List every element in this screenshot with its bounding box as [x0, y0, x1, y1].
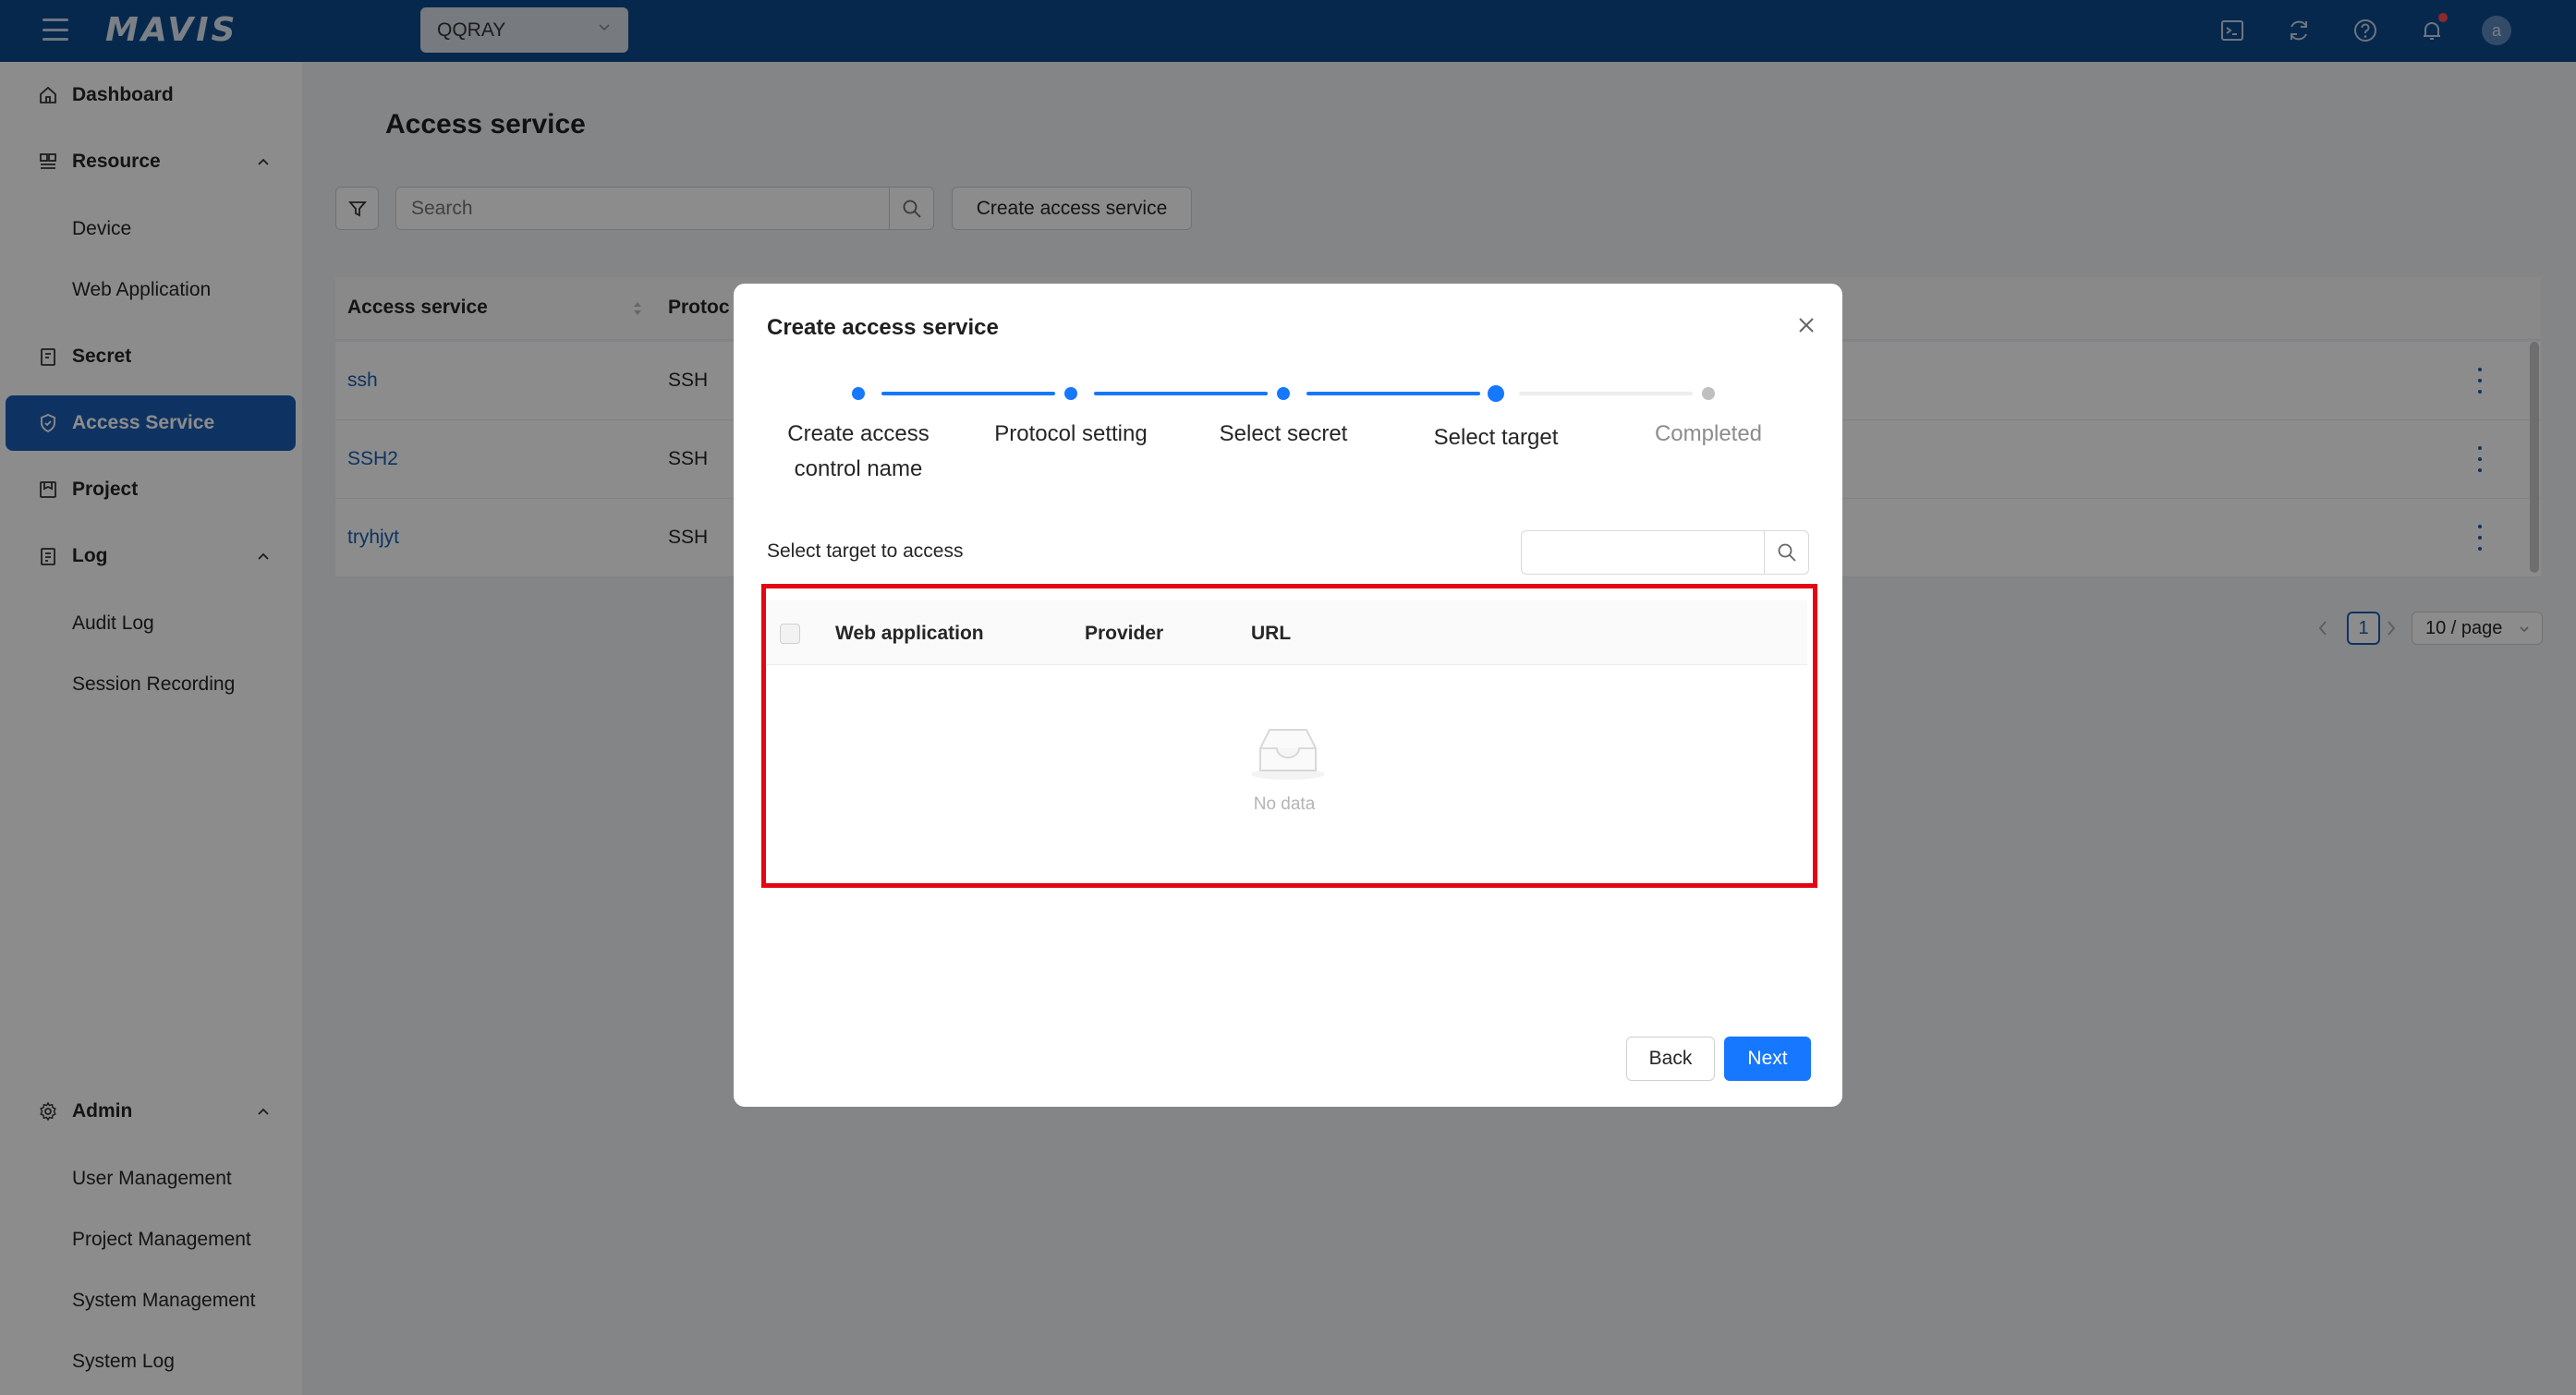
next-button[interactable]: Next [1724, 1037, 1811, 1081]
step-label: Protocol setting [994, 421, 1148, 446]
modal-title: Create access service [767, 315, 999, 340]
search-icon [1778, 543, 1796, 562]
step-connector [1094, 392, 1268, 395]
target-search-input[interactable] [1533, 531, 1745, 574]
step-dot-done [1277, 387, 1290, 400]
highlight-annotation [761, 584, 1817, 888]
step-dot-done [1064, 387, 1077, 400]
step-label: Select target [1433, 425, 1559, 450]
target-search-field [1521, 530, 1809, 575]
step-connector [1306, 392, 1480, 395]
step-connector [881, 392, 1055, 395]
step-label: Select secret [1219, 421, 1348, 446]
step-label: Completed [1654, 421, 1763, 446]
step-dot-current [1488, 385, 1504, 402]
back-button[interactable]: Back [1626, 1037, 1715, 1081]
step-dot-pending [1702, 387, 1715, 400]
step-label: Create access control name [787, 421, 930, 481]
step-dot-done [852, 387, 865, 400]
close-icon[interactable] [1792, 311, 1820, 339]
target-search-button[interactable] [1764, 531, 1808, 574]
section-label: Select target to access [767, 540, 964, 562]
step-connector [1519, 392, 1693, 395]
